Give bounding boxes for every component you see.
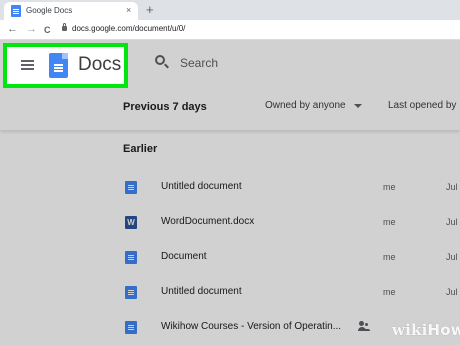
doc-icon	[125, 286, 137, 299]
document-row[interactable]: Untitled document me Jul	[0, 275, 460, 310]
wikihow-watermark: wikiHow	[392, 321, 460, 339]
back-icon[interactable]: ←	[7, 23, 18, 36]
close-tab-icon[interactable]: ×	[126, 5, 131, 15]
word-icon: W	[125, 216, 137, 229]
reload-icon[interactable]: C	[44, 24, 51, 37]
document-date: Jul	[446, 217, 458, 227]
search-icon[interactable]	[155, 55, 165, 65]
document-list: Previous 7 days Owned by anyone Last ope…	[0, 88, 460, 345]
shared-people-icon	[358, 321, 370, 331]
docs-logo-highlight: Docs	[3, 43, 128, 88]
document-date: Jul	[446, 252, 458, 262]
document-date: Jul	[446, 287, 458, 297]
doc-icon	[125, 251, 137, 264]
document-owner: me	[383, 287, 396, 297]
document-row[interactable]: Untitled document me Jul	[0, 170, 460, 205]
browser-tab-strip: Google Docs × +	[0, 0, 460, 20]
doc-icon	[125, 181, 137, 194]
document-owner: me	[383, 217, 396, 227]
document-row[interactable]: Document me Jul	[0, 240, 460, 275]
chevron-down-icon[interactable]	[354, 104, 362, 108]
document-name: Wikihow Courses - Version of Operatin...	[161, 321, 342, 332]
document-date: Jul	[446, 182, 458, 192]
docs-logo-icon[interactable]	[49, 53, 68, 78]
document-name: Document	[161, 251, 207, 262]
lock-icon[interactable]	[62, 23, 67, 31]
document-name: Untitled document	[161, 286, 242, 297]
document-name: Untitled document	[161, 181, 242, 192]
list-header: Previous 7 days Owned by anyone Last ope…	[0, 88, 460, 130]
app-title[interactable]: Docs	[78, 54, 121, 76]
document-row[interactable]: W WordDocument.docx me Jul	[0, 205, 460, 240]
address-bar[interactable]: docs.google.com/document/u/0/	[72, 24, 185, 33]
document-owner: me	[383, 182, 396, 192]
browser-tab[interactable]: Google Docs ×	[4, 2, 138, 20]
section-title-recent: Previous 7 days	[123, 101, 207, 113]
tab-title: Google Docs	[26, 6, 73, 15]
search-input[interactable]	[180, 54, 450, 72]
doc-icon	[125, 321, 137, 334]
new-tab-button[interactable]: +	[146, 2, 154, 18]
document-name: WordDocument.docx	[161, 216, 255, 227]
document-owner: me	[383, 252, 396, 262]
owned-by-dropdown[interactable]: Owned by anyone	[265, 100, 346, 111]
document-row[interactable]: Wikihow Courses - Version of Operatin...	[0, 310, 460, 345]
docs-favicon-icon	[11, 5, 21, 17]
browser-toolbar: ← → C docs.google.com/document/u/0/	[0, 20, 460, 40]
section-title-earlier: Earlier	[123, 143, 158, 155]
forward-icon[interactable]: →	[26, 23, 37, 36]
main-menu-icon[interactable]	[21, 60, 34, 62]
sort-last-opened-button[interactable]: Last opened by	[388, 100, 456, 111]
